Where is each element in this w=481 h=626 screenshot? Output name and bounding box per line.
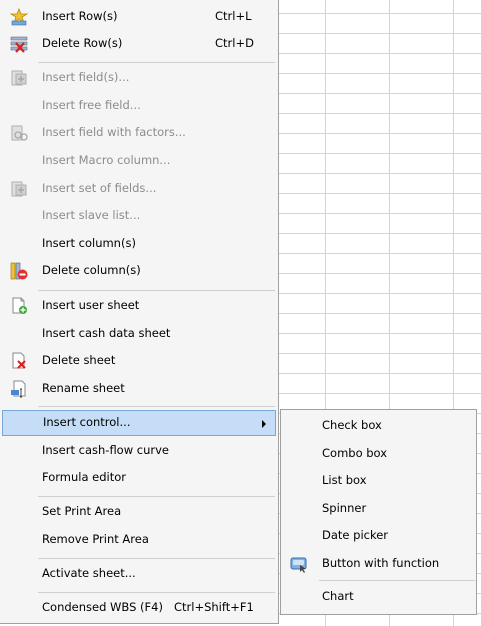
menu-item-insert-rows[interactable]: Insert Row(s) Ctrl+L [2, 4, 276, 30]
menu-item-label: Insert field with factors... [42, 125, 186, 139]
submenu-item-check-box[interactable]: Check box [282, 413, 475, 439]
menu-item-insert-slave-list[interactable]: Insert slave list... [2, 203, 276, 229]
menu-separator [38, 496, 275, 497]
submenu-separator [319, 580, 475, 581]
menu-item-rename-sheet[interactable]: Rename sheet [2, 376, 276, 402]
delete-column-icon [10, 262, 28, 280]
submenu-item-button-with-function[interactable]: Button with function [282, 551, 475, 577]
menu-separator [38, 592, 275, 593]
insert-field-factors-icon [11, 125, 28, 141]
menu-item-set-print-area[interactable]: Set Print Area [2, 499, 276, 525]
menu-item-insert-columns[interactable]: Insert column(s) [2, 231, 276, 257]
button-function-icon [290, 557, 307, 573]
menu-item-insert-macro-column[interactable]: Insert Macro column... [2, 148, 276, 174]
rename-sheet-icon [11, 380, 26, 398]
menu-item-insert-free-field[interactable]: Insert free field... [2, 93, 276, 119]
menu-item-delete-rows[interactable]: Delete Row(s) Ctrl+D [2, 31, 276, 57]
menu-item-label: Insert cash-flow curve [42, 443, 169, 457]
menu-item-formula-editor[interactable]: Formula editor [2, 465, 276, 491]
shortcut-label: Ctrl+Shift+F1 [174, 600, 254, 614]
menu-item-delete-sheet[interactable]: Delete sheet [2, 348, 276, 374]
menu-item-label: Set Print Area [42, 504, 122, 518]
menu-item-label: Insert free field... [42, 98, 141, 112]
menu-item-insert-user-sheet[interactable]: Insert user sheet [2, 293, 276, 319]
menu-item-insert-cash-data-sheet[interactable]: Insert cash data sheet [2, 321, 276, 347]
menu-item-label: Rename sheet [42, 381, 125, 395]
menu-item-label: Insert control... [43, 415, 131, 429]
menu-separator [38, 290, 275, 291]
submenu-item-chart[interactable]: Chart [282, 584, 475, 610]
menu-item-label: Insert field(s)... [42, 70, 130, 84]
menu-item-activate-sheet[interactable]: Activate sheet... [2, 561, 276, 587]
shortcut-label: Ctrl+L [215, 9, 252, 23]
menu-item-label: Insert Macro column... [42, 153, 171, 167]
submenu-item-list-box[interactable]: List box [282, 468, 475, 494]
menu-item-insert-control[interactable]: Insert control... [2, 410, 276, 436]
menu-item-delete-columns[interactable]: Delete column(s) [2, 258, 276, 284]
menu-item-label: Insert set of fields... [42, 181, 157, 195]
submenu-item-label: Check box [322, 418, 382, 432]
menu-item-label: Remove Print Area [42, 532, 149, 546]
submenu-item-label: Date picker [322, 528, 389, 542]
submenu-item-combo-box[interactable]: Combo box [282, 441, 475, 467]
menu-separator [38, 406, 275, 407]
menu-item-label: Insert user sheet [42, 298, 140, 312]
submenu-item-label: Chart [322, 589, 354, 603]
menu-item-label: Insert column(s) [42, 236, 136, 250]
menu-item-label: Delete Row(s) [42, 36, 123, 50]
menu-separator [38, 62, 275, 63]
submenu-arrow-icon [262, 420, 266, 428]
menu-item-remove-print-area[interactable]: Remove Print Area [2, 527, 276, 553]
menu-item-insert-cash-flow-curve[interactable]: Insert cash-flow curve [2, 438, 276, 464]
delete-sheet-icon [12, 352, 26, 369]
menu-item-insert-fields[interactable]: Insert field(s)... [2, 65, 276, 91]
menu-item-label: Delete sheet [42, 353, 116, 367]
insert-user-sheet-icon [12, 297, 27, 314]
insert-field-icon [11, 70, 27, 86]
insert-set-of-fields-icon [11, 181, 27, 197]
submenu-item-spinner[interactable]: Spinner [282, 496, 475, 522]
insert-control-submenu: Check box Combo box List box Spinner Dat… [280, 409, 477, 615]
shortcut-label: Ctrl+D [215, 36, 254, 50]
menu-item-label: Delete column(s) [42, 263, 141, 277]
menu-item-insert-field-with-factors[interactable]: Insert field with factors... [2, 120, 276, 146]
menu-item-label: Insert cash data sheet [42, 326, 171, 340]
context-menu: Insert Row(s) Ctrl+L Delete Row(s) Ctrl+… [0, 0, 279, 624]
submenu-item-label: Combo box [322, 446, 388, 460]
insert-row-icon [10, 8, 28, 26]
submenu-item-label: Spinner [322, 501, 367, 515]
menu-item-label: Condensed WBS (F4) [42, 600, 163, 614]
menu-item-label: Insert slave list... [42, 208, 141, 222]
menu-item-label: Activate sheet... [42, 566, 136, 580]
menu-item-insert-set-of-fields[interactable]: Insert set of fields... [2, 176, 276, 202]
delete-row-icon [10, 36, 28, 53]
submenu-item-date-picker[interactable]: Date picker [282, 523, 475, 549]
submenu-item-label: Button with function [322, 556, 440, 570]
menu-item-condensed-wbs[interactable]: Condensed WBS (F4) Ctrl+Shift+F1 [2, 595, 276, 621]
menu-item-label: Formula editor [42, 470, 126, 484]
menu-separator [38, 558, 275, 559]
menu-item-label: Insert Row(s) [42, 9, 118, 23]
submenu-item-label: List box [322, 473, 367, 487]
